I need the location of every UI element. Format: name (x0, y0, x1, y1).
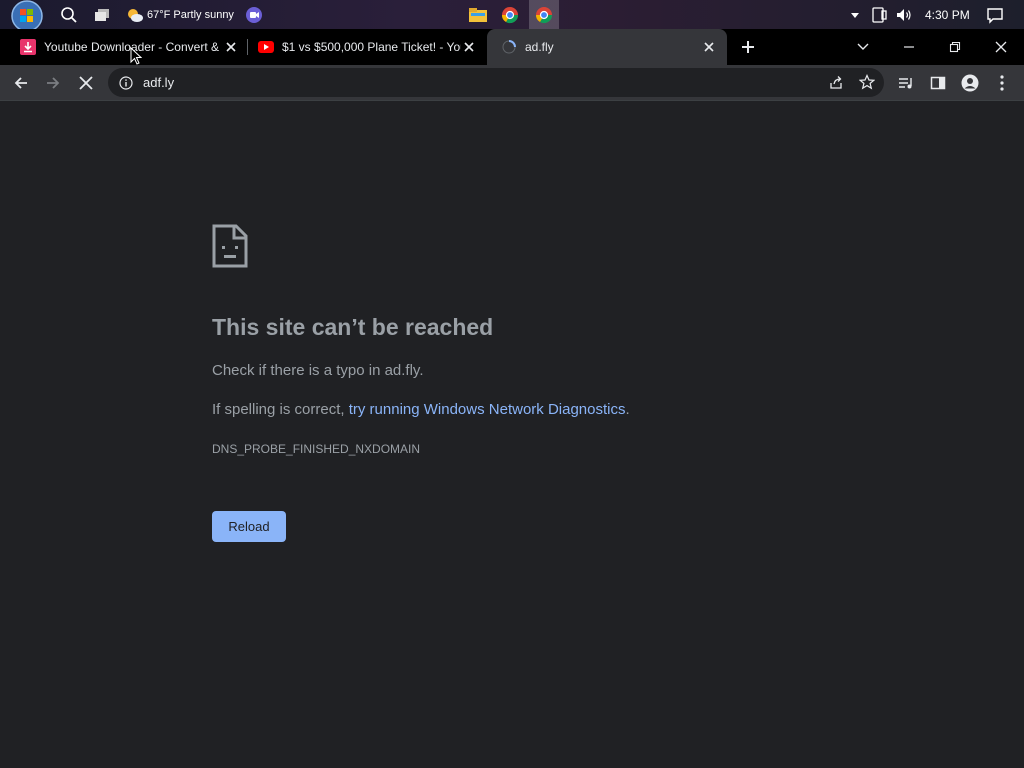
task-view-button[interactable] (93, 0, 111, 29)
partly-sunny-icon (128, 8, 143, 22)
side-panel-button[interactable] (922, 65, 954, 100)
url-text[interactable]: adf.ly (143, 75, 174, 90)
share-button[interactable] (828, 74, 844, 90)
loading-spinner-icon (502, 40, 516, 54)
action-center-button[interactable] (986, 0, 1004, 29)
minimize-icon (904, 46, 914, 48)
chrome-active-taskbar-button[interactable] (529, 0, 559, 29)
star-icon (859, 74, 875, 90)
minimize-button[interactable] (894, 29, 924, 65)
error-typo-hint: Check if there is a typo in ad.fly. (212, 362, 424, 379)
close-icon (226, 42, 236, 52)
avatar-icon (961, 74, 979, 91)
tab-search-button[interactable] (852, 29, 874, 65)
reload-button[interactable]: Reload (212, 511, 286, 542)
diagnostics-link[interactable]: try running Windows Network Diagnostics (349, 401, 626, 418)
weather-text: 67°F Partly sunny (147, 8, 234, 21)
notification-icon (987, 7, 1003, 24)
close-icon (79, 75, 93, 90)
media-queue-icon (899, 77, 912, 88)
media-controls-button[interactable] (890, 65, 922, 100)
new-tab-button[interactable] (736, 29, 760, 65)
tab-youtube-downloader[interactable]: Youtube Downloader - Convert & (12, 29, 245, 65)
site-info-button[interactable] (119, 75, 133, 90)
tab-title: ad.fly (525, 40, 554, 54)
arrow-right-icon (47, 76, 60, 89)
mouse-cursor-icon (130, 47, 142, 65)
restore-button[interactable] (940, 29, 970, 65)
back-button[interactable] (5, 65, 37, 100)
meet-app-button[interactable] (245, 0, 263, 29)
address-bar[interactable]: adf.ly (108, 68, 884, 97)
chrome-icon (501, 6, 519, 23)
search-icon (61, 6, 77, 23)
tab-separator (247, 39, 248, 55)
chevron-down-icon (857, 43, 869, 50)
taskbar: 67°F Partly sunny 4:30 PM (0, 0, 1024, 31)
chat-app-icon (246, 6, 262, 23)
speaker-icon (897, 8, 911, 21)
error-diagnostics-hint: If spelling is correct, try running Wind… (212, 401, 630, 418)
close-icon (704, 42, 714, 52)
info-icon (119, 75, 133, 90)
windows-start-icon (11, 0, 43, 31)
kebab-menu-icon (1000, 74, 1004, 91)
caret-down-icon (851, 12, 859, 18)
error-page: This site can’t be reached Check if ther… (0, 101, 1024, 768)
bookmark-star-button[interactable] (859, 74, 875, 90)
diagnostics-suffix: . (625, 401, 630, 418)
side-panel-icon (930, 76, 946, 89)
error-title: This site can’t be reached (212, 314, 494, 340)
chrome-icon (535, 6, 553, 23)
profile-button[interactable] (954, 65, 986, 100)
share-icon (830, 76, 842, 89)
close-icon (995, 41, 1007, 53)
taskbar-search-button[interactable] (60, 0, 78, 29)
restore-icon (949, 41, 961, 53)
file-explorer-button[interactable] (468, 0, 488, 29)
tab-strip: Youtube Downloader - Convert & $1 vs $50… (0, 29, 1024, 65)
show-hidden-icons-button[interactable] (849, 0, 861, 29)
arrow-left-icon (14, 76, 27, 89)
tab-title: $1 vs $500,000 Plane Ticket! - You (282, 40, 461, 54)
diagnostics-prefix: If spelling is correct, (212, 401, 349, 418)
weather-widget[interactable]: 67°F Partly sunny (126, 0, 234, 29)
forward-button[interactable] (37, 65, 69, 100)
tab-adfly-active[interactable]: ad.fly (487, 29, 727, 65)
close-window-button[interactable] (986, 29, 1016, 65)
youtube-favicon-icon (258, 41, 274, 53)
task-view-icon (95, 8, 109, 21)
folder-icon (469, 7, 487, 22)
volume-button[interactable] (895, 0, 913, 29)
download-favicon-icon (20, 39, 36, 55)
clock[interactable]: 4:30 PM (925, 0, 970, 29)
error-code: DNS_PROBE_FINISHED_NXDOMAIN (212, 442, 421, 456)
plus-icon (742, 41, 754, 53)
stop-loading-button[interactable] (70, 65, 102, 100)
close-icon (464, 42, 474, 52)
sad-page-icon (212, 224, 248, 268)
tablet-device-icon (872, 6, 887, 23)
browser-toolbar: adf.ly (0, 65, 1024, 101)
tab-close-button[interactable] (701, 39, 717, 55)
tab-close-button[interactable] (223, 39, 239, 55)
tab-plane-ticket[interactable]: $1 vs $500,000 Plane Ticket! - You (250, 29, 483, 65)
chrome-taskbar-button[interactable] (501, 0, 519, 29)
tab-close-button[interactable] (461, 39, 477, 55)
chrome-menu-button[interactable] (986, 65, 1018, 100)
start-button[interactable] (8, 0, 46, 31)
device-tray-button[interactable] (870, 0, 888, 29)
